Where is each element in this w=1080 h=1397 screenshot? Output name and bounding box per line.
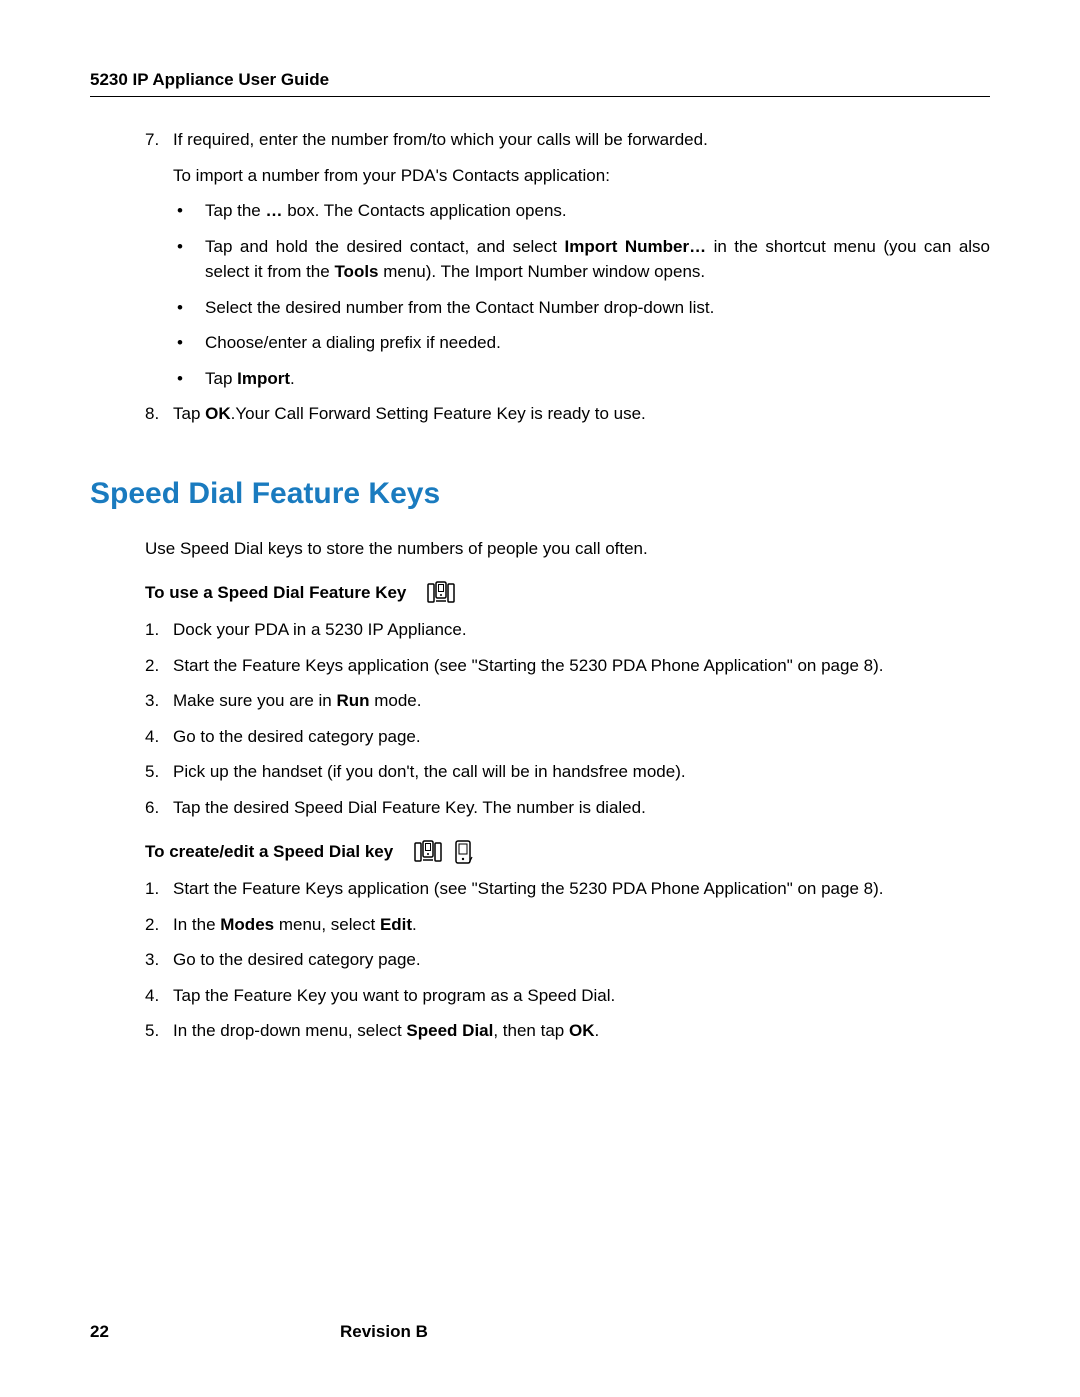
step-7: 7. If required, enter the number from/to…	[145, 127, 990, 153]
bullet-2: • Tap and hold the desired contact, and …	[173, 234, 990, 285]
step-text: In the Modes menu, select Edit.	[173, 912, 990, 938]
bullet-marker: •	[173, 366, 205, 392]
create-edit-speed-dial-steps: 1. Start the Feature Keys application (s…	[145, 876, 990, 1044]
step-text: Tap the Feature Key you want to program …	[173, 983, 990, 1009]
document-page: 5230 IP Appliance User Guide 7. If requi…	[0, 0, 1080, 1397]
step-text: Tap OK.Your Call Forward Setting Feature…	[173, 401, 990, 427]
bullet-text: Tap the … box. The Contacts application …	[205, 198, 990, 224]
step-text: Dock your PDA in a 5230 IP Appliance.	[173, 617, 990, 643]
step-text: In the drop-down menu, select Speed Dial…	[173, 1018, 990, 1044]
step-text: Make sure you are in Run mode.	[173, 688, 990, 714]
appliance-dock-icon	[413, 840, 443, 864]
bullet-marker: •	[173, 330, 205, 356]
bullet-3: • Select the desired number from the Con…	[173, 295, 990, 321]
page-header: 5230 IP Appliance User Guide	[90, 70, 990, 97]
list-item: 4. Go to the desired category page.	[145, 724, 990, 750]
list-item: 3. Make sure you are in Run mode.	[145, 688, 990, 714]
step-number: 3.	[145, 688, 173, 714]
step-number: 1.	[145, 876, 173, 902]
step-text: Go to the desired category page.	[173, 947, 990, 973]
page-footer: 22 Revision B	[90, 1322, 990, 1342]
page-number: 22	[90, 1322, 340, 1342]
bullet-text: Tap Import.	[205, 366, 990, 392]
bullet-text: Choose/enter a dialing prefix if needed.	[205, 330, 990, 356]
step-number: 7.	[145, 127, 173, 153]
list-item: 4. Tap the Feature Key you want to progr…	[145, 983, 990, 1009]
subheading-create-edit-speed-dial: To create/edit a Speed Dial key	[145, 840, 990, 864]
bullet-1: • Tap the … box. The Contacts applicatio…	[173, 198, 990, 224]
step-number: 2.	[145, 912, 173, 938]
step-text: Go to the desired category page.	[173, 724, 990, 750]
appliance-dock-icon	[426, 581, 456, 605]
step-number: 4.	[145, 724, 173, 750]
list-item: 6. Tap the desired Speed Dial Feature Ke…	[145, 795, 990, 821]
step-text: Start the Feature Keys application (see …	[173, 876, 990, 902]
bullet-text: Tap and hold the desired contact, and se…	[205, 234, 990, 285]
subheading-text: To use a Speed Dial Feature Key	[145, 583, 406, 603]
bullet-4: • Choose/enter a dialing prefix if neede…	[173, 330, 990, 356]
section-intro: Use Speed Dial keys to store the numbers…	[145, 536, 990, 562]
step-number: 4.	[145, 983, 173, 1009]
step-number: 1.	[145, 617, 173, 643]
step-number: 2.	[145, 653, 173, 679]
list-item: 5. In the drop-down menu, select Speed D…	[145, 1018, 990, 1044]
bullet-marker: •	[173, 234, 205, 285]
step-number: 8.	[145, 401, 173, 427]
revision-label: Revision B	[340, 1322, 990, 1342]
list-item: 3. Go to the desired category page.	[145, 947, 990, 973]
step-8: 8. Tap OK.Your Call Forward Setting Feat…	[145, 401, 990, 427]
list-item: 2. Start the Feature Keys application (s…	[145, 653, 990, 679]
subheading-use-speed-dial: To use a Speed Dial Feature Key	[145, 581, 990, 605]
step-text: If required, enter the number from/to wh…	[173, 127, 990, 153]
bullet-marker: •	[173, 295, 205, 321]
subheading-text: To create/edit a Speed Dial key	[145, 842, 393, 862]
step-text: Tap the desired Speed Dial Feature Key. …	[173, 795, 990, 821]
step-number: 6.	[145, 795, 173, 821]
pda-stylus-icon	[453, 840, 473, 864]
bullet-text: Select the desired number from the Conta…	[205, 295, 990, 321]
step-text: Start the Feature Keys application (see …	[173, 653, 990, 679]
forwarding-steps-continued-2: 8. Tap OK.Your Call Forward Setting Feat…	[145, 401, 990, 427]
bullet-5: • Tap Import.	[173, 366, 990, 392]
bullet-marker: •	[173, 198, 205, 224]
list-item: 5. Pick up the handset (if you don't, th…	[145, 759, 990, 785]
section-heading-speed-dial: Speed Dial Feature Keys	[90, 477, 990, 511]
step-number: 5.	[145, 759, 173, 785]
list-item: 1. Dock your PDA in a 5230 IP Appliance.	[145, 617, 990, 643]
step-text: Pick up the handset (if you don't, the c…	[173, 759, 990, 785]
list-item: 1. Start the Feature Keys application (s…	[145, 876, 990, 902]
import-contacts-bullets: • Tap the … box. The Contacts applicatio…	[173, 198, 990, 391]
use-speed-dial-steps: 1. Dock your PDA in a 5230 IP Appliance.…	[145, 617, 990, 820]
step-number: 5.	[145, 1018, 173, 1044]
forwarding-steps-continued: 7. If required, enter the number from/to…	[145, 127, 990, 153]
step-7-subtext: To import a number from your PDA's Conta…	[173, 163, 990, 189]
list-item: 2. In the Modes menu, select Edit.	[145, 912, 990, 938]
step-number: 3.	[145, 947, 173, 973]
